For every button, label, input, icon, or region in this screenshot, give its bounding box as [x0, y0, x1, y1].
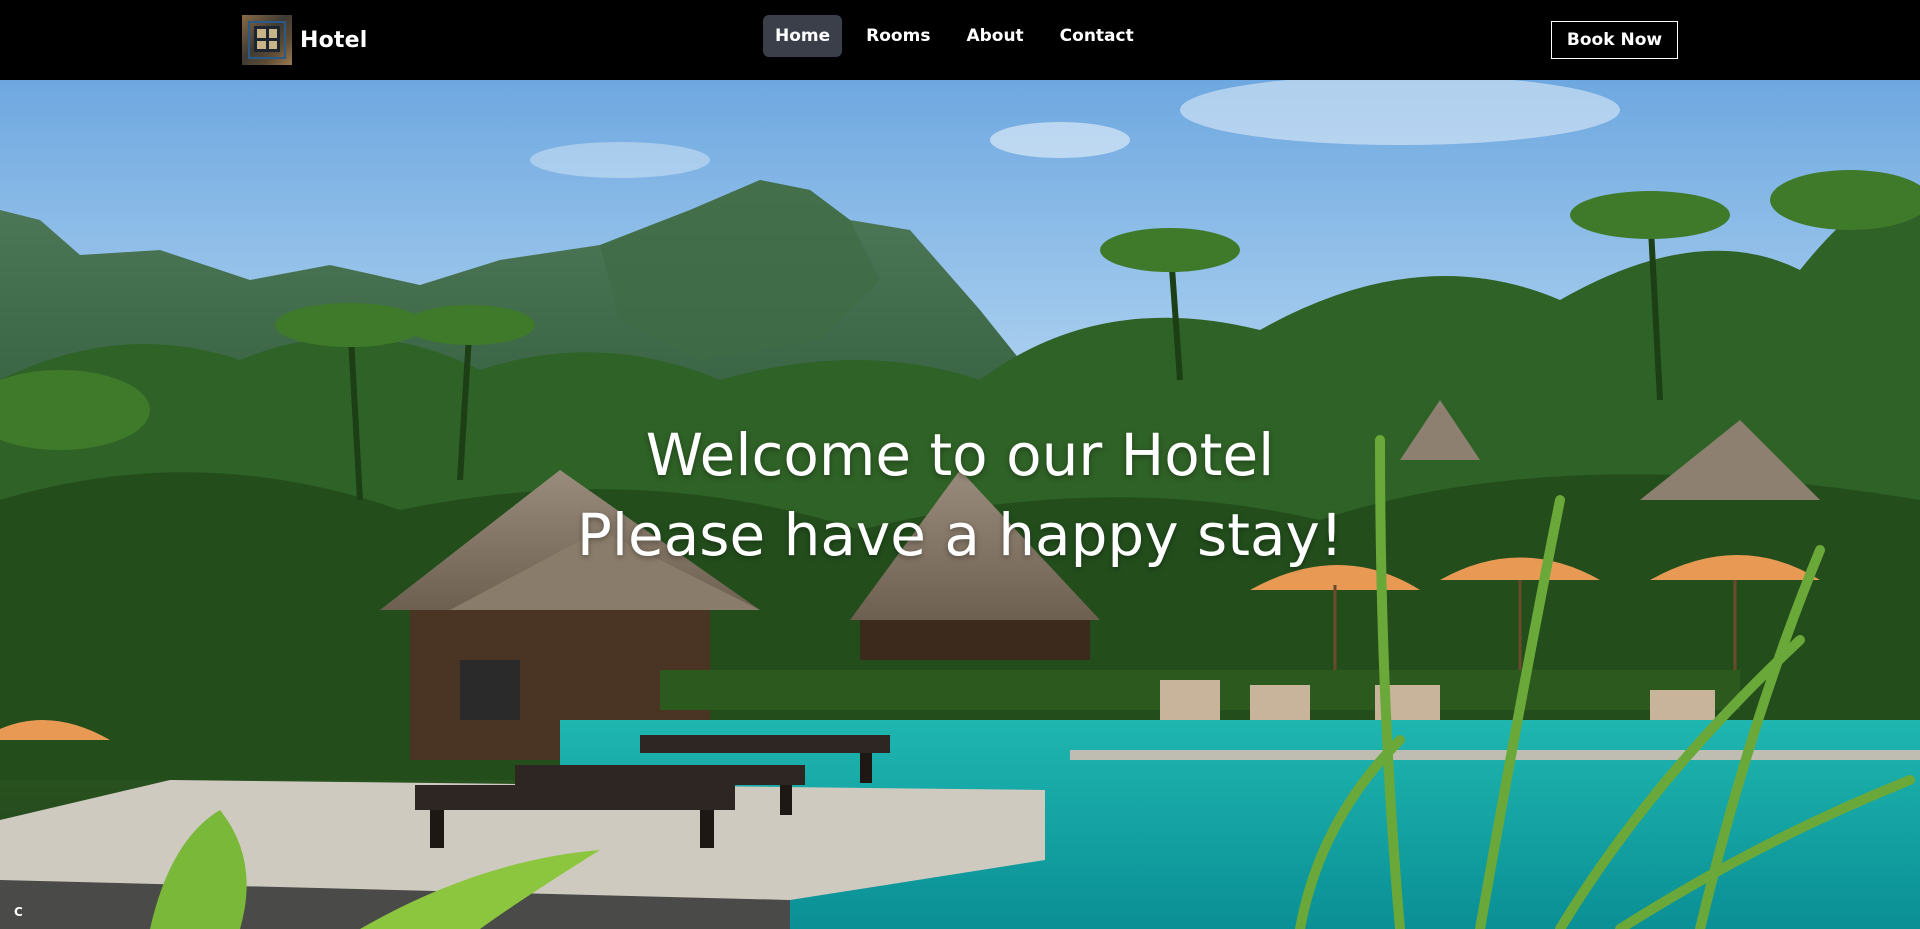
brand-name: Hotel [300, 27, 368, 53]
nav-rooms[interactable]: Rooms [854, 15, 942, 57]
corner-badge: C [14, 905, 23, 919]
navbar: Hotel Home Rooms About Contact Book Now [0, 0, 1920, 80]
nav-home[interactable]: Home [763, 15, 843, 57]
brand[interactable]: Hotel [242, 15, 368, 65]
hero-title-line1: Welcome to our Hotel [645, 421, 1275, 489]
book-now-button[interactable]: Book Now [1551, 21, 1678, 59]
nav-about[interactable]: About [954, 15, 1035, 57]
hotel-logo-icon [242, 15, 292, 65]
hero-heading: Welcome to our Hotel Please have a happy… [0, 415, 1920, 575]
hero-title-line2: Please have a happy stay! [576, 501, 1344, 569]
nav-menu: Home Rooms About Contact [763, 15, 1146, 57]
hero-section: Welcome to our Hotel Please have a happy… [0, 80, 1920, 929]
nav-contact[interactable]: Contact [1048, 15, 1146, 57]
